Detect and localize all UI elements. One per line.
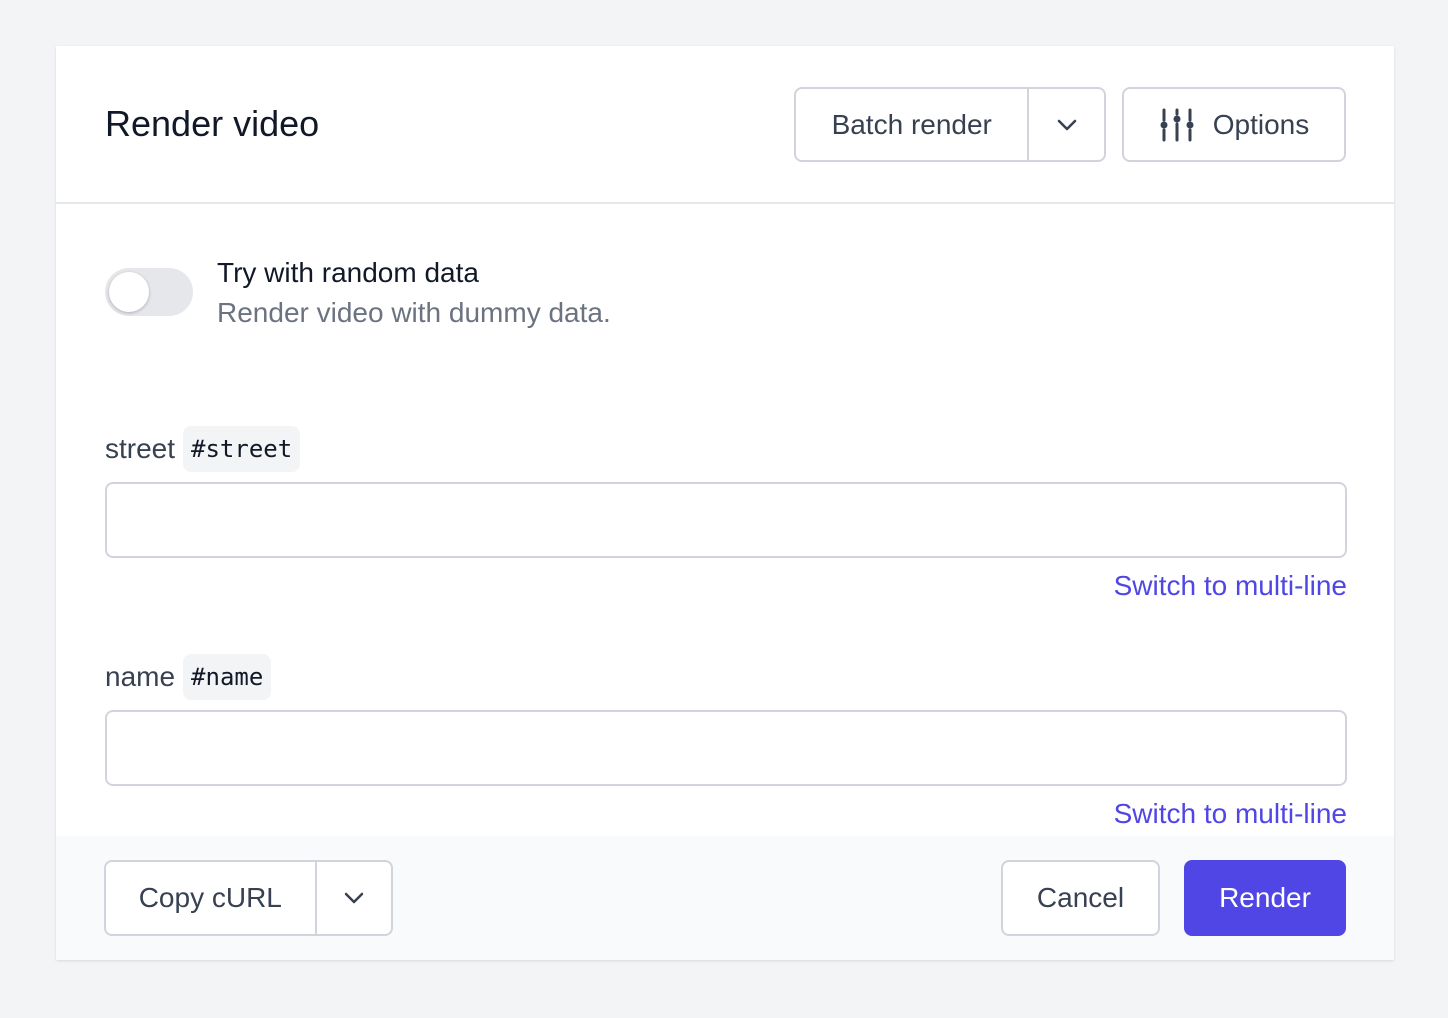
street-switch-multiline-link[interactable]: Switch to multi-line [1114, 569, 1347, 603]
name-switch-multiline-link[interactable]: Switch to multi-line [1114, 797, 1347, 831]
render-button[interactable]: Render [1184, 860, 1346, 936]
chevron-down-icon [344, 892, 364, 904]
batch-render-split-button: Batch render [794, 87, 1106, 162]
batch-render-dropdown-button[interactable] [1027, 89, 1104, 160]
copy-curl-split-button: Copy cURL [104, 860, 393, 936]
random-data-toggle[interactable] [105, 268, 193, 316]
chevron-down-icon [1057, 119, 1076, 130]
street-tag: #street [183, 426, 301, 472]
name-input[interactable] [105, 710, 1347, 786]
name-label: name [105, 661, 176, 692]
toggle-knob [109, 272, 149, 312]
street-label: street [105, 433, 176, 464]
cancel-button[interactable]: Cancel [1001, 860, 1160, 936]
copy-curl-dropdown-button[interactable] [314, 862, 391, 934]
dialog-header: Render video Batch render Options [56, 46, 1394, 204]
render-video-dialog: Render video Batch render Options Try wi… [56, 46, 1394, 960]
options-button[interactable]: Options [1122, 87, 1346, 162]
page-title: Render video [105, 103, 320, 144]
street-field-label: street #street [105, 426, 301, 472]
street-input[interactable] [105, 482, 1347, 558]
copy-curl-button[interactable]: Copy cURL [106, 862, 315, 934]
random-data-title: Try with random data [217, 257, 479, 288]
sliders-icon [1160, 108, 1194, 141]
name-tag: #name [183, 654, 272, 700]
dialog-footer: Copy cURL Cancel Render [56, 836, 1394, 960]
random-data-description: Render video with dummy data. [217, 297, 611, 328]
name-field-label: name #name [105, 654, 272, 700]
options-label: Options [1212, 108, 1310, 140]
batch-render-button[interactable]: Batch render [796, 89, 1027, 160]
